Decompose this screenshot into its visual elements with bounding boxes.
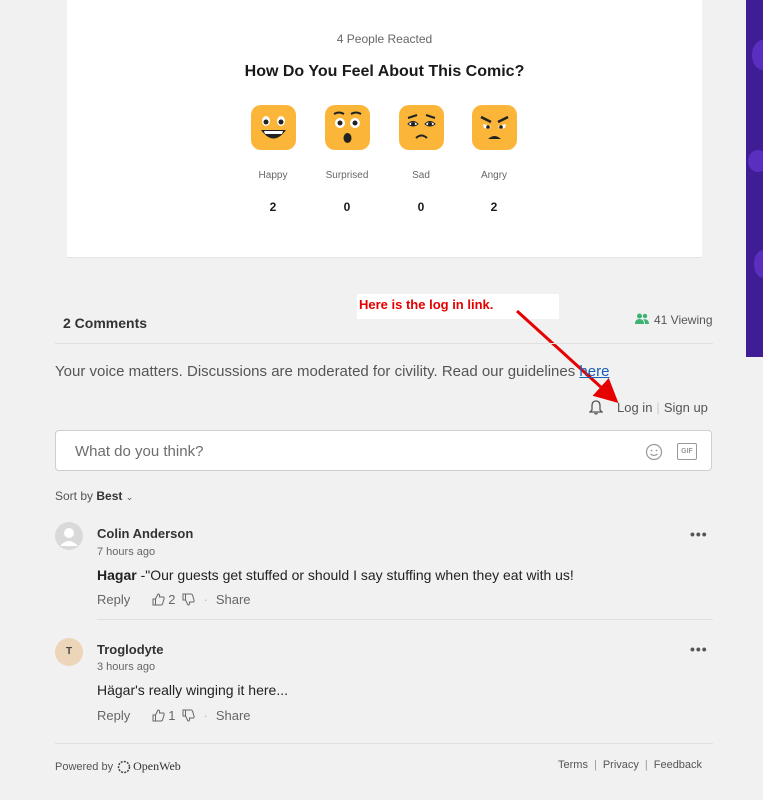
comment-text-bold: Hagar (97, 567, 137, 583)
reaction-label: Surprised (325, 170, 369, 181)
bell-icon[interactable] (589, 400, 603, 415)
openweb-brand[interactable]: OpenWeb (133, 759, 181, 774)
guidelines-link[interactable]: here (579, 363, 609, 380)
gif-button[interactable]: GIF (677, 443, 697, 460)
comment-more-options[interactable]: ••• (690, 641, 708, 657)
action-dot: · (203, 708, 208, 723)
users-icon (635, 313, 649, 327)
feedback-link[interactable]: Feedback (654, 759, 702, 771)
comment-author[interactable]: Troglodyte (97, 642, 163, 657)
comment-avatar[interactable] (55, 522, 83, 555)
thumbs-up-icon[interactable] (152, 709, 165, 722)
side-banner (746, 0, 763, 357)
viewing-count: 41 Viewing (635, 313, 713, 327)
reaction-question: How Do You Feel About This Comic? (244, 63, 525, 80)
comment-actions: Reply 2 · Share (97, 592, 251, 607)
sort-prefix: Sort by (55, 489, 94, 503)
reaction-label: Angry (480, 170, 508, 181)
sad-emoji-icon[interactable] (398, 105, 444, 150)
reaction-count: 2 (269, 200, 277, 214)
guidelines-notice: Your voice matters. Discussions are mode… (55, 363, 609, 380)
reply-button[interactable]: Reply (97, 708, 130, 723)
reaction-surprised[interactable]: Surprised 0 (315, 105, 379, 214)
comment-divider (97, 619, 713, 620)
happy-emoji-icon[interactable] (250, 105, 296, 150)
comment-input-placeholder: What do you think? (75, 443, 204, 460)
comment-author[interactable]: Colin Anderson (97, 526, 193, 541)
reply-button[interactable]: Reply (97, 592, 130, 607)
comment-time: 7 hours ago (97, 546, 156, 558)
annotation-text: Here is the log in link. (359, 297, 494, 312)
reaction-count: 0 (343, 200, 351, 214)
thumbs-down-icon[interactable] (182, 593, 196, 606)
comment-input[interactable]: What do you think? GIF (55, 430, 712, 471)
signup-link[interactable]: Sign up (664, 400, 708, 415)
reactions-card: 4 People Reacted How Do You Feel About T… (67, 0, 702, 258)
comment-time: 3 hours ago (97, 661, 156, 673)
reaction-happy[interactable]: Happy 2 (241, 105, 305, 214)
comment-actions: Reply 1 · Share (97, 708, 251, 723)
annotation-callout: Here is the log in link. (357, 294, 559, 319)
header-divider (55, 343, 713, 344)
like-count: 1 (168, 708, 176, 723)
angry-emoji-icon[interactable] (471, 105, 517, 150)
thumbs-down-icon[interactable] (182, 709, 196, 722)
thumbs-up-icon[interactable] (152, 593, 165, 606)
emoji-picker-icon[interactable] (645, 443, 663, 466)
sort-dropdown[interactable]: Sort by Best ⌄ (55, 489, 133, 503)
privacy-link[interactable]: Privacy (603, 759, 639, 771)
reaction-count: 0 (417, 200, 425, 214)
reaction-label: Happy (258, 170, 288, 181)
comment-avatar[interactable]: T (55, 638, 83, 666)
terms-link[interactable]: Terms (558, 759, 588, 771)
surprised-emoji-icon[interactable] (324, 105, 370, 150)
reaction-angry[interactable]: Angry 2 (462, 105, 526, 214)
comment-text: Hagar -"Our guests get stuffed or should… (97, 567, 574, 583)
comment-more-options[interactable]: ••• (690, 526, 708, 542)
action-dot: · (203, 592, 208, 607)
reaction-count: 2 (490, 200, 498, 214)
powered-by-label: Powered by (55, 760, 114, 773)
comment-text-body: -"Our guests get stuffed or should I say… (136, 567, 574, 583)
share-button[interactable]: Share (216, 708, 251, 723)
reaction-sad[interactable]: Sad 0 (389, 105, 453, 214)
sort-value: Best (96, 489, 123, 503)
powered-by: Powered by OpenWeb (55, 759, 181, 774)
auth-links: Log in | Sign up (589, 400, 708, 415)
link-separator: | (644, 759, 648, 771)
comment-text: Hägar's really winging it here... (97, 682, 288, 698)
link-separator: | (593, 759, 597, 771)
footer-divider (55, 743, 713, 744)
people-reacted-count: 4 People Reacted (336, 32, 433, 46)
openweb-logo-icon[interactable] (117, 760, 131, 774)
chevron-down-icon: ⌄ (125, 492, 134, 502)
share-button[interactable]: Share (216, 592, 251, 607)
auth-separator: | (656, 400, 660, 415)
reaction-label: Sad (412, 170, 430, 181)
footer-links: Terms | Privacy | Feedback (558, 759, 702, 771)
viewing-label: 41 Viewing (654, 313, 713, 327)
guidelines-text: Your voice matters. Discussions are mode… (55, 363, 580, 380)
default-avatar-icon (55, 522, 83, 550)
comments-count-title: 2 Comments (63, 315, 148, 331)
login-link[interactable]: Log in (617, 400, 652, 415)
like-count: 2 (168, 592, 176, 607)
